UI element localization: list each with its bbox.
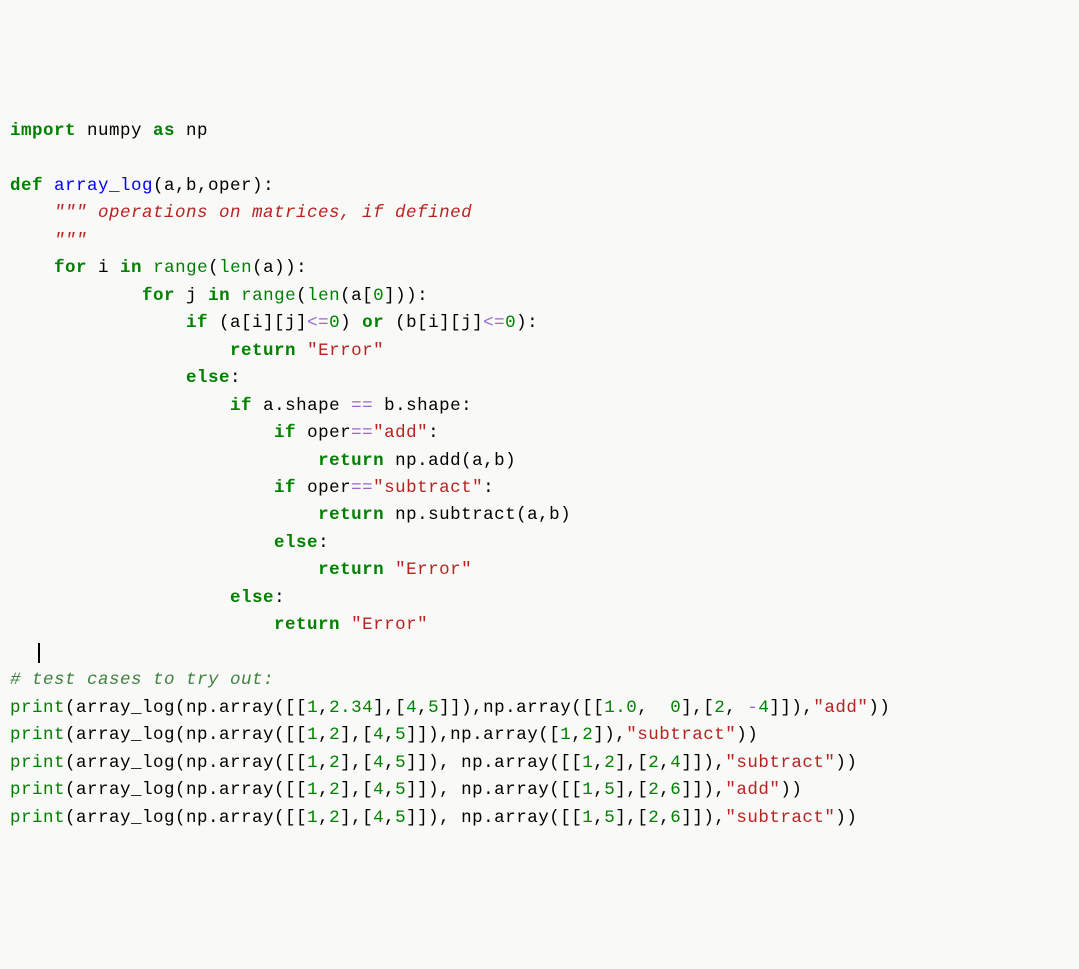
keyword-if: if bbox=[230, 396, 252, 416]
function-name: array_log bbox=[43, 176, 153, 196]
string: "add" bbox=[813, 698, 868, 718]
module-name: numpy bbox=[76, 121, 153, 141]
code-line: else: bbox=[10, 588, 285, 608]
indent bbox=[10, 423, 274, 443]
string: "Error" bbox=[307, 341, 384, 361]
code-line: return np.add(a,b) bbox=[10, 451, 516, 471]
comment: # test cases to try out: bbox=[10, 670, 274, 690]
code-line: else: bbox=[10, 368, 241, 388]
string: "subtract" bbox=[725, 753, 835, 773]
keyword-else: else bbox=[274, 533, 318, 553]
code-line: print(array_log(np.array([[1,2],[4,5]]),… bbox=[10, 780, 802, 800]
alias: np bbox=[175, 121, 208, 141]
string: "subtract" bbox=[626, 725, 736, 745]
code-line: for i in range(len(a)): bbox=[10, 258, 307, 278]
indent bbox=[10, 368, 186, 388]
code-line: if oper=="add": bbox=[10, 423, 439, 443]
code-line: print(array_log(np.array([[1,2],[4,5]]),… bbox=[10, 808, 857, 828]
string: "Error" bbox=[395, 560, 472, 580]
code-line: if (a[i][j]<=0) or (b[i][j]<=0): bbox=[10, 313, 538, 333]
builtin-print: print bbox=[10, 808, 65, 828]
keyword-return: return bbox=[318, 505, 384, 525]
keyword-return: return bbox=[318, 451, 384, 471]
code-line: return "Error" bbox=[10, 560, 472, 580]
keyword-if: if bbox=[274, 423, 296, 443]
docstring: """ bbox=[10, 231, 87, 251]
code-line: print(array_log(np.array([[1,2],[4,5]]),… bbox=[10, 753, 857, 773]
builtin-len: len bbox=[307, 286, 340, 306]
keyword-if: if bbox=[186, 313, 208, 333]
operator-eq: == bbox=[351, 423, 373, 443]
code-line: def array_log(a,b,oper): bbox=[10, 176, 274, 196]
code-line: return "Error" bbox=[10, 615, 428, 635]
keyword-else: else bbox=[186, 368, 230, 388]
builtin-print: print bbox=[10, 698, 65, 718]
code-line: print(array_log(np.array([[1,2],[4,5]]),… bbox=[10, 725, 758, 745]
string: "subtract" bbox=[725, 808, 835, 828]
indent bbox=[10, 313, 186, 333]
indent bbox=[10, 341, 230, 361]
operator-le: <= bbox=[483, 313, 505, 333]
string: "add" bbox=[373, 423, 428, 443]
builtin-range: range bbox=[241, 286, 296, 306]
cursor-icon bbox=[38, 643, 40, 663]
keyword-for: for bbox=[54, 258, 87, 278]
keyword-as: as bbox=[153, 121, 175, 141]
operator-eq: == bbox=[351, 478, 373, 498]
keyword-for: for bbox=[142, 286, 175, 306]
indent bbox=[10, 505, 318, 525]
code-line: else: bbox=[10, 533, 329, 553]
operator-le: <= bbox=[307, 313, 329, 333]
keyword-if: if bbox=[274, 478, 296, 498]
builtin-len: len bbox=[219, 258, 252, 278]
keyword-in: in bbox=[208, 286, 230, 306]
indent bbox=[10, 478, 274, 498]
builtin-print: print bbox=[10, 780, 65, 800]
string: "Error" bbox=[351, 615, 428, 635]
string: "subtract" bbox=[373, 478, 483, 498]
builtin-print: print bbox=[10, 753, 65, 773]
indent bbox=[10, 588, 230, 608]
params: (a,b,oper): bbox=[153, 176, 274, 196]
builtin-print: print bbox=[10, 725, 65, 745]
indent bbox=[10, 533, 274, 553]
code-line: import numpy as np bbox=[10, 121, 208, 141]
var: j bbox=[175, 286, 208, 306]
keyword-in: in bbox=[120, 258, 142, 278]
var: i bbox=[87, 258, 120, 278]
keyword-or: or bbox=[362, 313, 384, 333]
keyword-import: import bbox=[10, 121, 76, 141]
keyword-def: def bbox=[10, 176, 43, 196]
code-line: if a.shape == b.shape: bbox=[10, 396, 472, 416]
code-block: import numpy as np def array_log(a,b,ope… bbox=[10, 118, 1069, 832]
code-line bbox=[10, 643, 40, 663]
indent bbox=[10, 286, 142, 306]
code-line: if oper=="subtract": bbox=[10, 478, 494, 498]
indent bbox=[10, 258, 54, 278]
code-line: return np.subtract(a,b) bbox=[10, 505, 571, 525]
keyword-return: return bbox=[230, 341, 296, 361]
builtin-range: range bbox=[153, 258, 208, 278]
indent bbox=[10, 615, 274, 635]
indent bbox=[10, 451, 318, 471]
keyword-return: return bbox=[274, 615, 340, 635]
keyword-else: else bbox=[230, 588, 274, 608]
code-line: for j in range(len(a[0])): bbox=[10, 286, 428, 306]
string: "add" bbox=[725, 780, 780, 800]
indent bbox=[10, 560, 318, 580]
code-line: """ operations on matrices, if defined bbox=[10, 203, 472, 223]
code-line: print(array_log(np.array([[1,2.34],[4,5]… bbox=[10, 698, 890, 718]
docstring: """ operations on matrices, if defined bbox=[10, 203, 472, 223]
code-line: """ bbox=[10, 231, 87, 251]
indent bbox=[10, 396, 230, 416]
keyword-return: return bbox=[318, 560, 384, 580]
operator-eq: == bbox=[351, 396, 373, 416]
code-line: # test cases to try out: bbox=[10, 670, 274, 690]
code-line: return "Error" bbox=[10, 341, 384, 361]
